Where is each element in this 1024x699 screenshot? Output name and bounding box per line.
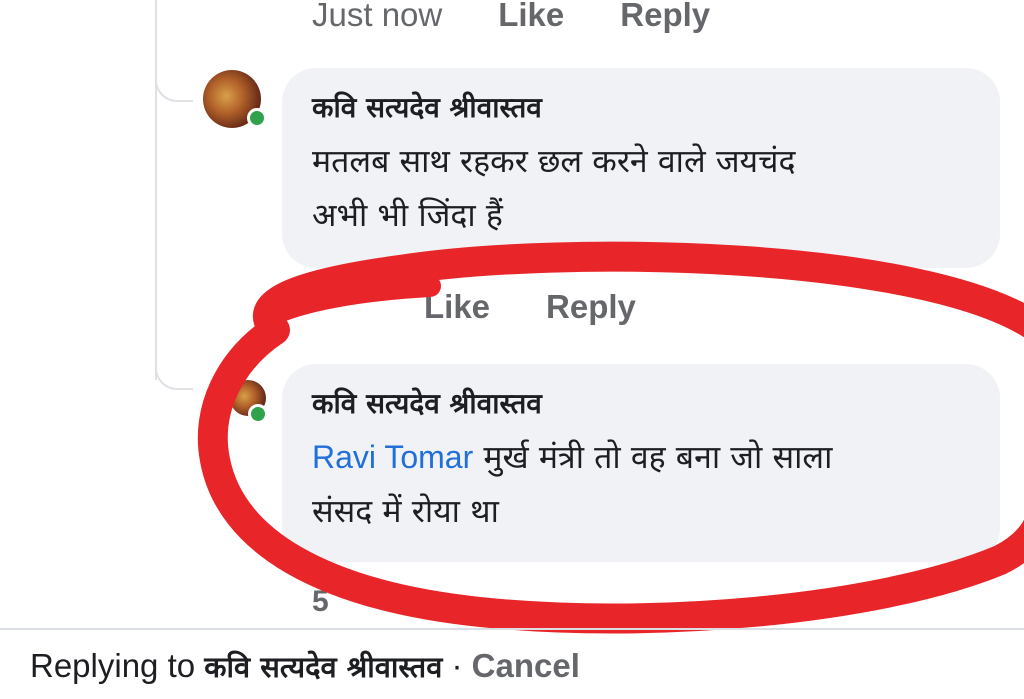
replying-to-bar: Replying to कवि सत्यदेव श्रीवास्तव · Can…	[30, 638, 580, 695]
mention-link[interactable]: Ravi Tomar	[312, 439, 473, 475]
comment-bubble: कवि सत्यदेव श्रीवास्तव मतलब साथ रहकर छल …	[282, 68, 1000, 268]
thread-connector	[155, 72, 193, 102]
reply-button[interactable]: Reply	[546, 288, 636, 326]
comment-text-line: अभी भी जिंदा हैं	[312, 196, 503, 234]
comment-author[interactable]: कवि सत्यदेव श्रीवास्तव	[312, 384, 970, 424]
thread-connector	[155, 360, 193, 390]
comment-timestamp: Just now	[312, 0, 443, 33]
thread-line	[155, 0, 157, 380]
comment-text: मतलब साथ रहकर छल करने वाले जयचंद अभी भी …	[312, 134, 970, 242]
comment-meta-row: Like Reply	[424, 288, 636, 326]
comment-author[interactable]: कवि सत्यदेव श्रीवास्तव	[312, 88, 970, 128]
comment-text: Ravi Tomar मुर्ख मंत्री तो वह बना जो साल…	[312, 430, 970, 538]
replying-to-name: कवि सत्यदेव श्रीवास्तव	[204, 650, 443, 684]
cancel-button[interactable]: Cancel	[472, 647, 580, 684]
comment-text-line: मुर्ख मंत्री तो वह बना जो साला	[483, 438, 833, 476]
like-button[interactable]: Like	[424, 288, 490, 326]
reply-button[interactable]: Reply	[620, 0, 710, 34]
like-button[interactable]: Like	[498, 0, 564, 34]
comment-meta-row: Just now Like Reply	[312, 0, 710, 34]
divider	[0, 628, 1024, 630]
online-status-dot	[248, 404, 268, 424]
comment-text-line: संसद में रोया था	[312, 492, 499, 530]
replying-to-label: Replying to	[30, 647, 205, 684]
comment-bubble: कवि सत्यदेव श्रीवास्तव Ravi Tomar मुर्ख …	[282, 364, 1000, 562]
comment-timestamp: 5	[312, 585, 329, 618]
online-status-dot	[247, 108, 267, 128]
separator: ·	[442, 647, 472, 684]
comment-text-line: मतलब साथ रहकर छल करने वाले जयचंद	[312, 142, 796, 180]
